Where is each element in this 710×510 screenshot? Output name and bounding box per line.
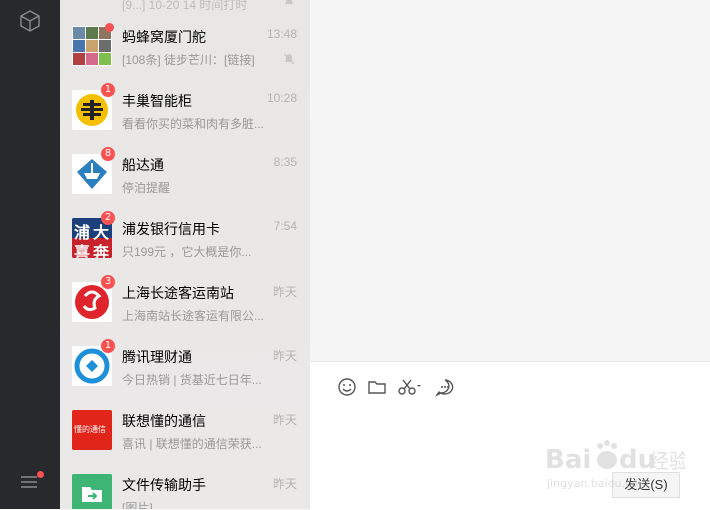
svg-text:Bai: Bai [545, 445, 591, 475]
chat-time: 昨天 [272, 285, 297, 299]
chat-preview: 上海南站长途客运有限公... [122, 309, 265, 323]
chat-time: 10:28 [266, 91, 297, 105]
unread-badge: 2 [101, 211, 115, 225]
chat-item[interactable]: [9...] 10-20 14 时间打时 [60, 0, 310, 14]
chat-preview: 喜讯 | 联想懂的通信荣获... [122, 437, 262, 451]
emoji-icon[interactable] [336, 376, 358, 398]
chat-item[interactable]: 浦 大 喜 奔 2 浦发银行信用卡 7:54 只199元 ，它大概是你... [60, 206, 310, 270]
chat-name: 腾讯理财通 [122, 349, 192, 365]
chat-item[interactable]: 1 腾讯理财通 昨天 今日热销 | 货基近七日年... [60, 334, 310, 398]
chat-name: 上海长途客运南站 [122, 285, 234, 301]
file-transfer-avatar [72, 474, 112, 509]
mute-bell-icon [285, 0, 293, 4]
lenovo-logo-avatar: 懂的通信 [72, 410, 112, 450]
chat-preview: 今日热销 | 货基近七日年... [122, 373, 262, 387]
menu-notification-dot [37, 471, 44, 478]
chat-time: 13:48 [266, 27, 297, 41]
unread-badge: 8 [101, 147, 115, 161]
chat-item[interactable]: 文件传输助手 昨天 [图片] [60, 462, 310, 509]
cube-icon[interactable] [18, 9, 42, 33]
chat-item[interactable]: 3 上海长途客运南站 昨天 上海南站长途客运有限公... [60, 270, 310, 334]
chat-name: 文件传输助手 [122, 477, 206, 493]
watermark-url: jingyan.baidu.com [546, 477, 649, 490]
chat-name: 船达通 [122, 157, 164, 173]
chat-preview: 停泊提醒 [122, 181, 171, 195]
mute-bell-icon [283, 53, 295, 65]
spdb-text-3: 喜 [74, 243, 91, 258]
unread-badge: 1 [101, 339, 115, 353]
chat-list: [9...] 10-20 14 时间打时 蚂蜂窝厦门舵 13:48 [108条]… [60, 0, 310, 509]
watermark-cn: 经验 [649, 449, 685, 473]
chat-name: 丰巢智能柜 [122, 93, 192, 109]
chat-preview: [108条] 徒步芒川：[链接] [122, 53, 255, 67]
group-avatar [72, 26, 112, 66]
baidu-jingyan-watermark: Bai du 经验 jingyan.baidu.com [545, 440, 685, 490]
folder-icon[interactable] [366, 376, 388, 398]
chat-time: 7:54 [273, 219, 297, 233]
chat-time: 昨天 [272, 477, 297, 491]
chat-item[interactable]: 懂的通信 联想懂的通信 昨天 喜讯 | 联想懂的通信荣获... [60, 398, 310, 462]
chat-time: 昨天 [272, 413, 297, 427]
chat-preview: [图片] [122, 501, 153, 509]
chat-time: 8:35 [273, 155, 297, 169]
chat-bubble-icon[interactable] [434, 376, 456, 398]
chat-item[interactable]: 蚂蜂窝厦门舵 13:48 [108条] 徒步芒川：[链接] [60, 14, 310, 78]
spdb-text-4: 奔 [93, 243, 110, 258]
chat-preview: 看看你买的菜和肉有多脏... [122, 117, 265, 131]
chat-preview: [9...] 10-20 14 时间打时 [122, 0, 248, 12]
unread-badge: 3 [101, 275, 115, 289]
chat-name: 浦发银行信用卡 [122, 221, 220, 237]
unread-dot [105, 23, 114, 32]
unread-badge: 1 [101, 83, 115, 97]
chat-preview: 只199元 ，它大概是你... [122, 245, 252, 259]
chat-time: 昨天 [272, 349, 297, 363]
chat-item[interactable]: 1 丰巢智能柜 10:28 看看你买的菜和肉有多脏... [60, 78, 310, 142]
chat-name: 联想懂的通信 [122, 413, 206, 429]
left-nav-rail [0, 0, 60, 509]
scissors-icon[interactable] [396, 376, 424, 398]
chat-name: 蚂蜂窝厦门舵 [122, 29, 206, 45]
lenovo-avatar-text: 懂的通信 [74, 425, 106, 434]
chat-item[interactable]: 8 船达通 8:35 停泊提醒 [60, 142, 310, 206]
